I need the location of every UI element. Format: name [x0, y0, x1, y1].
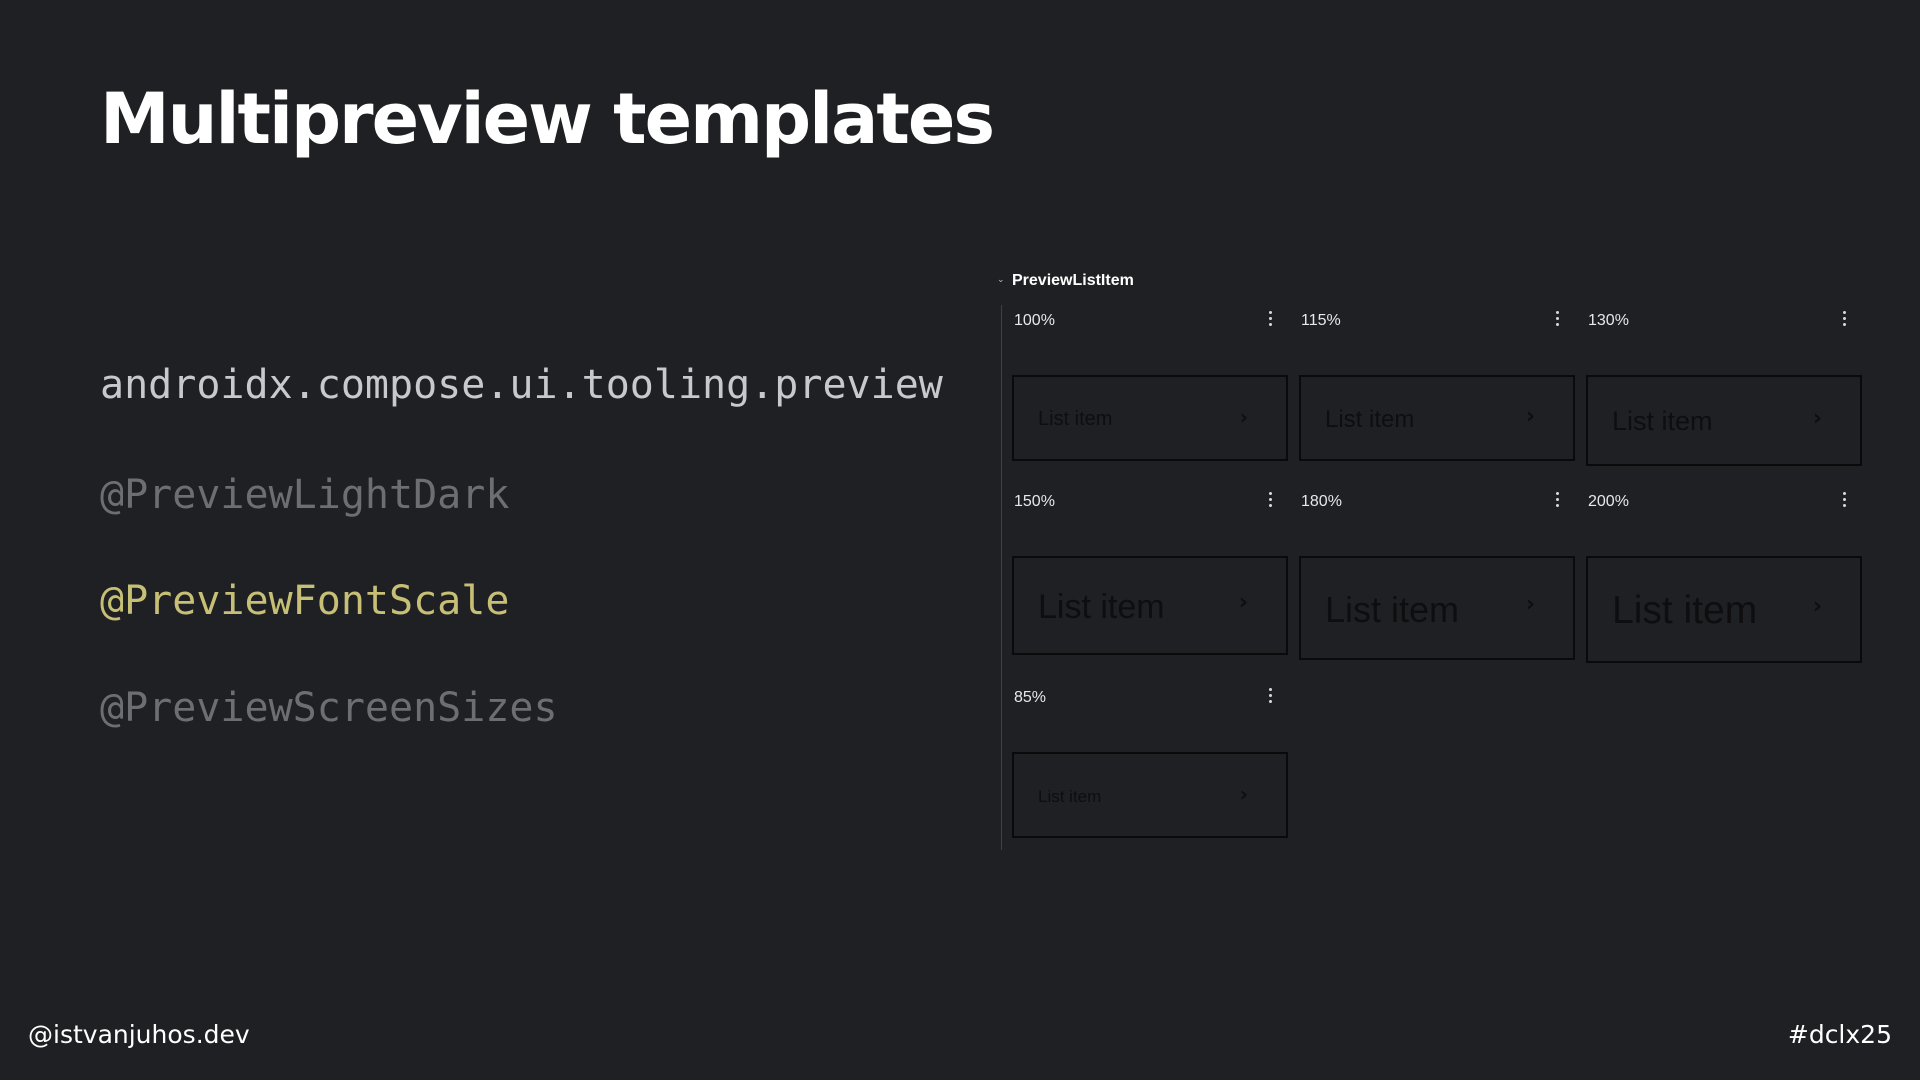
- panel-divider: [1001, 305, 1002, 850]
- more-vert-icon[interactable]: [1266, 308, 1274, 334]
- preview-scale-label: 85%: [1014, 689, 1047, 706]
- preview-scale-label: 180%: [1301, 493, 1342, 510]
- list-item-text: List item: [1612, 406, 1713, 436]
- more-vert-icon[interactable]: [1553, 308, 1561, 334]
- list-item-text: List item: [1325, 589, 1460, 630]
- list-item-text: List item: [1612, 589, 1758, 632]
- chevron-right-icon: ›: [1239, 405, 1248, 429]
- list-item-preview[interactable]: List item ›: [1012, 556, 1288, 655]
- code-preview-light-dark: @PreviewLightDark: [100, 472, 510, 518]
- list-item-preview[interactable]: List item ›: [1012, 752, 1288, 838]
- more-vert-icon[interactable]: [1553, 489, 1561, 515]
- more-vert-icon[interactable]: [1266, 489, 1274, 515]
- code-preview-screen-sizes: @PreviewScreenSizes: [100, 685, 558, 731]
- event-hashtag: #dclx25: [1787, 1020, 1892, 1049]
- list-item-text: List item: [1038, 408, 1113, 430]
- code-package-line: androidx.compose.ui.tooling.preview: [100, 362, 943, 408]
- list-item-text: List item: [1038, 588, 1165, 626]
- chevron-right-icon: ›: [1238, 590, 1248, 615]
- list-item-preview[interactable]: List item ›: [1586, 556, 1862, 663]
- preview-scale-label: 200%: [1588, 493, 1629, 510]
- chevron-right-icon: ›: [1525, 404, 1535, 429]
- chevron-right-icon: ›: [1525, 592, 1535, 617]
- more-vert-icon[interactable]: [1840, 308, 1848, 334]
- list-item-text: List item: [1325, 406, 1415, 433]
- list-item-preview[interactable]: List item ›: [1012, 375, 1288, 461]
- list-item-preview[interactable]: List item ›: [1586, 375, 1862, 466]
- list-item-preview[interactable]: List item ›: [1299, 375, 1575, 461]
- preview-scale-label: 150%: [1014, 493, 1055, 510]
- chevron-down-icon[interactable]: ⌄: [997, 275, 1005, 285]
- preview-scale-label: 100%: [1014, 312, 1055, 329]
- more-vert-icon[interactable]: [1840, 489, 1848, 515]
- list-item-text: List item: [1038, 787, 1102, 806]
- preview-group-title[interactable]: PreviewListItem: [1012, 272, 1134, 290]
- chevron-right-icon: ›: [1239, 782, 1248, 806]
- slide-title: Multipreview templates: [100, 78, 995, 160]
- more-vert-icon[interactable]: [1266, 685, 1274, 711]
- preview-scale-label: 130%: [1588, 312, 1629, 329]
- speaker-handle: @istvanjuhos.dev: [28, 1020, 250, 1049]
- code-preview-font-scale: @PreviewFontScale: [100, 578, 510, 624]
- chevron-right-icon: ›: [1812, 406, 1822, 431]
- chevron-right-icon: ›: [1812, 594, 1822, 619]
- list-item-preview[interactable]: List item ›: [1299, 556, 1575, 660]
- preview-panel: ⌄ PreviewListItem 100% List item › 115% …: [990, 265, 1870, 855]
- preview-scale-label: 115%: [1301, 312, 1341, 329]
